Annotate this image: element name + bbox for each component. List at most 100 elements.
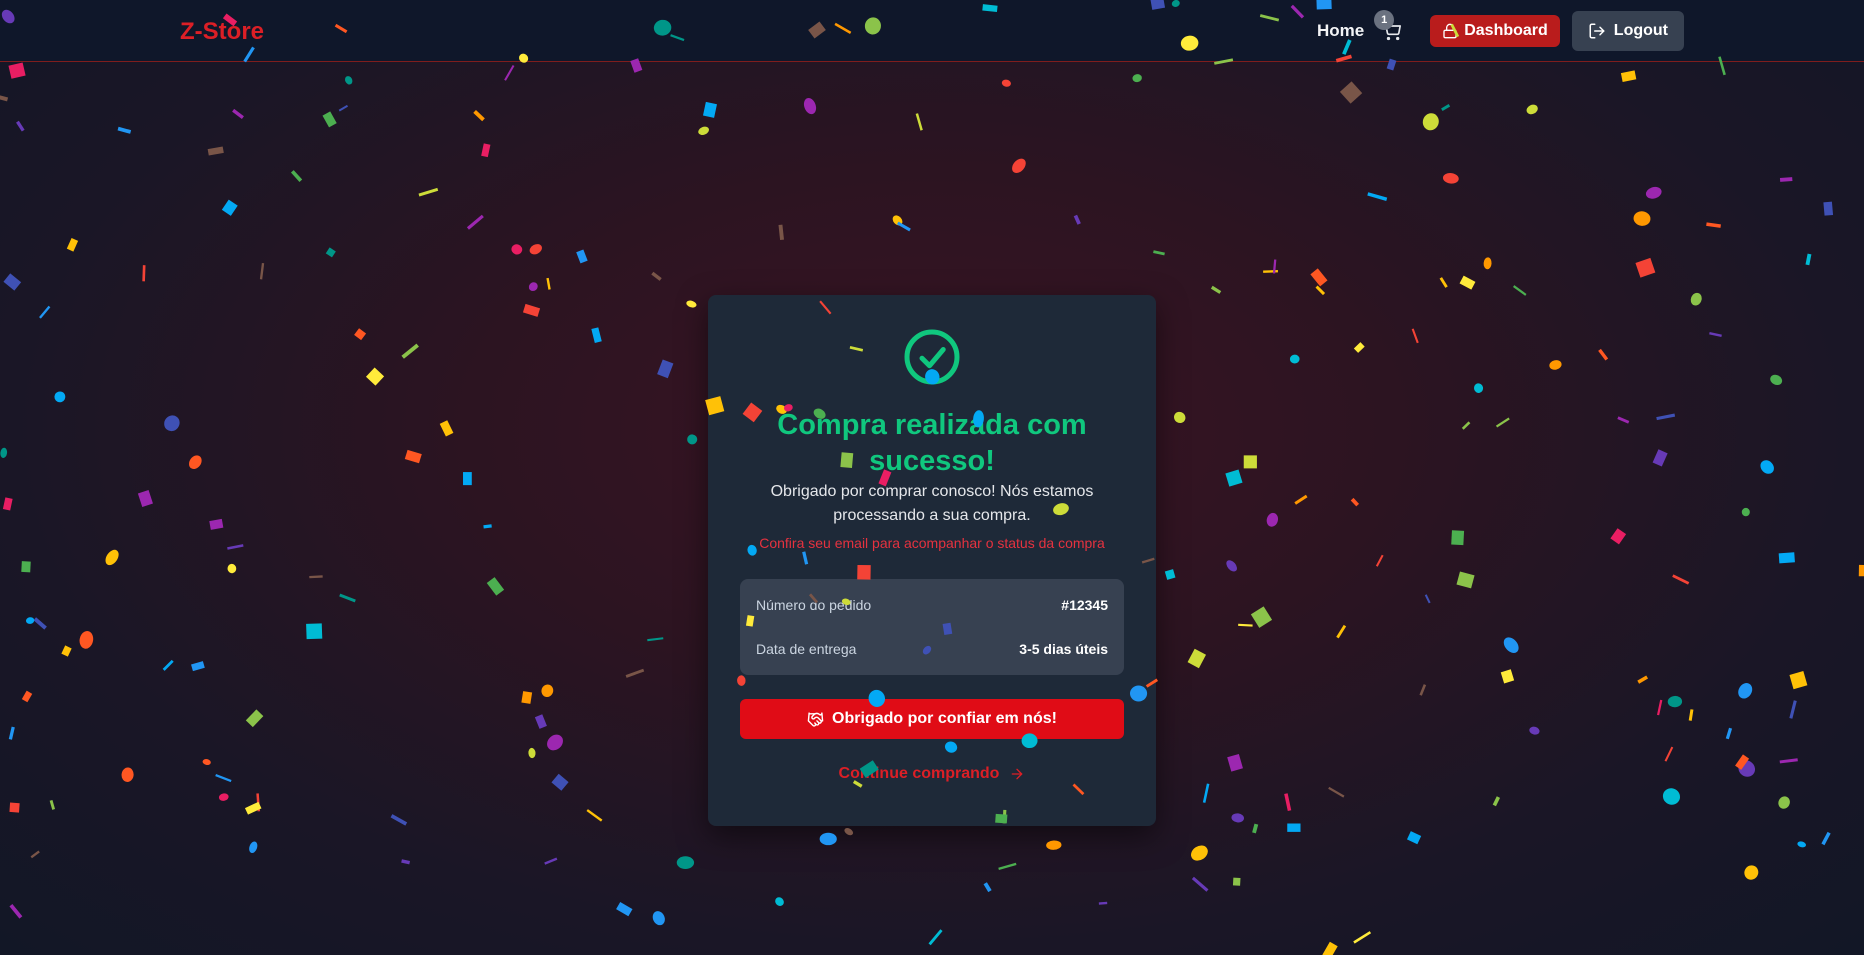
confetti-piece (1456, 571, 1475, 589)
confetti-piece (325, 247, 336, 258)
confetti-piece (1225, 469, 1243, 487)
dashboard-label: Dashboard (1464, 22, 1548, 39)
cart-button[interactable]: 1 (1374, 10, 1404, 44)
confetti-piece (1243, 455, 1257, 469)
confetti-piece (1688, 709, 1694, 721)
confetti-piece (1202, 783, 1210, 803)
confetti-piece (1238, 623, 1253, 627)
confetti-piece (338, 104, 349, 112)
confetti-piece (616, 901, 633, 917)
thanks-button[interactable]: Obrigado por confiar em nós! (740, 699, 1124, 739)
confetti-piece (1598, 348, 1609, 361)
confetti-piece (30, 850, 40, 859)
confetti-piece (1336, 624, 1347, 639)
confetti-piece (676, 856, 695, 869)
delivery-row: Data de entrega 3-5 dias úteis (756, 641, 1108, 657)
thanks-button-label: Obrigado por confiar em nós! (832, 710, 1057, 727)
confetti-piece (686, 300, 697, 308)
confetti-piece (164, 415, 180, 432)
success-title: Compra realizada com sucesso! (777, 409, 1087, 477)
confetti-piece (1339, 81, 1363, 104)
confetti-piece (1664, 746, 1674, 762)
confetti-piece (121, 767, 134, 782)
log-out-icon (1589, 23, 1605, 39)
confetti-piece (1709, 332, 1722, 337)
confetti-piece (390, 814, 408, 826)
confetti-piece (463, 472, 472, 486)
confetti-piece (401, 859, 411, 865)
confetti-piece (1001, 79, 1011, 87)
confetti-piece (775, 897, 784, 906)
confetti-piece (1287, 823, 1301, 832)
confetti-piece (698, 126, 709, 136)
confetti-piece (504, 65, 515, 81)
confetti-piece (1738, 760, 1756, 777)
confetti-piece (1442, 173, 1459, 184)
confetti-piece (1672, 574, 1690, 585)
confetti-piece (1451, 530, 1465, 546)
logout-button[interactable]: Logout (1571, 11, 1684, 51)
confetti-piece (1483, 257, 1492, 270)
order-number-row: Número do pedido #12345 (756, 597, 1108, 613)
confetti-piece (1227, 753, 1243, 772)
confetti-piece (49, 800, 56, 810)
confetti-piece (9, 903, 23, 919)
confetti-piece (1322, 941, 1338, 955)
confetti-piece (1046, 840, 1062, 850)
confetti-piece (1411, 328, 1419, 344)
confetti-piece (1823, 201, 1834, 216)
order-number-value: #12345 (1061, 597, 1108, 613)
confetti-piece (1610, 528, 1627, 545)
confetti-piece (1328, 786, 1345, 798)
confetti-piece (576, 249, 588, 264)
confetti-piece (1526, 104, 1538, 115)
continue-shopping-link[interactable]: Continue comprando (708, 765, 1156, 783)
confetti-piece (1315, 285, 1326, 296)
confetti-piece (1738, 683, 1753, 699)
confetti-piece (1459, 275, 1476, 290)
confetti-piece (1797, 841, 1806, 848)
confetti-piece (309, 575, 323, 579)
confetti-piece (39, 305, 51, 319)
confetti-piece (1500, 669, 1515, 684)
confetti-piece (702, 101, 717, 118)
confetti-piece (3, 273, 22, 291)
confetti-piece (365, 367, 385, 386)
confetti-piece (1744, 865, 1759, 880)
confetti-piece (1760, 460, 1774, 474)
navbar: Z-Store Home 1 Dashboard Logout (0, 0, 1864, 62)
nav-home-link[interactable]: Home (1317, 21, 1364, 41)
confetti-piece (79, 631, 94, 649)
confetti-piece (1770, 374, 1783, 386)
confetti-piece (142, 265, 146, 282)
confetti-piece (1778, 796, 1790, 809)
handshake-icon (807, 711, 824, 727)
confetti-piece (1272, 259, 1277, 274)
confetti-piece (481, 143, 491, 158)
confetti-piece (1232, 877, 1241, 886)
confetti-piece (345, 76, 353, 85)
delivery-label: Data de entrega (756, 641, 857, 657)
confetti-piece (1637, 675, 1649, 684)
confetti-piece (54, 391, 66, 403)
confetti-piece (591, 327, 602, 344)
confetti-piece (1441, 104, 1451, 112)
confetti-piece (439, 420, 454, 437)
confetti-piece (401, 343, 419, 359)
confetti-piece (1350, 497, 1360, 507)
confetti-piece (896, 221, 911, 232)
confetti-piece (1779, 177, 1793, 182)
confetti-piece (1495, 417, 1510, 428)
confetti-piece (339, 593, 356, 603)
brand-logo[interactable]: Z-Store (180, 18, 264, 46)
confetti-piece (521, 691, 533, 704)
confetti-piece (1174, 411, 1186, 424)
dashboard-button[interactable]: Dashboard (1430, 15, 1560, 47)
confetti-piece (1789, 700, 1797, 719)
confetti-piece (1473, 383, 1484, 393)
confetti-piece (418, 187, 439, 197)
confetti-piece (486, 577, 505, 596)
confetti-piece (522, 303, 541, 317)
confetti-piece (21, 561, 31, 573)
confetti-piece (1706, 222, 1721, 228)
